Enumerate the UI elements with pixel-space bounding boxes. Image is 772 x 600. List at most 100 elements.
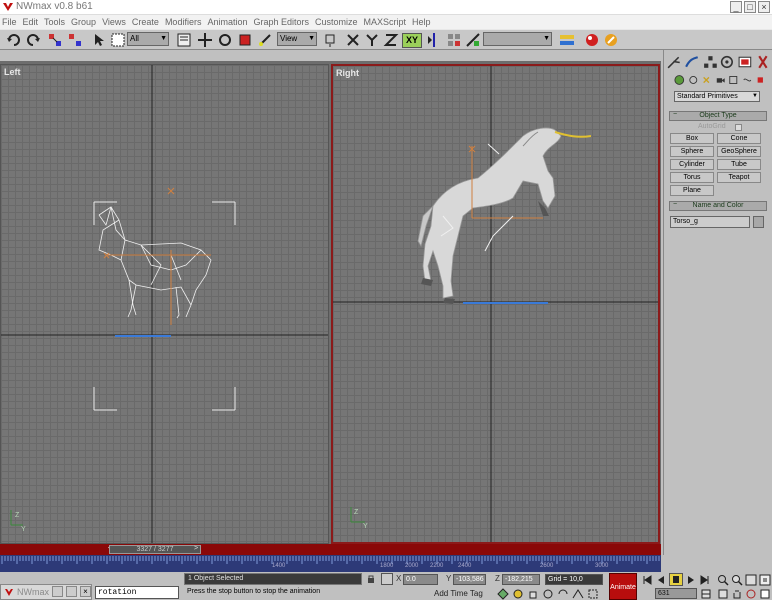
maxscript-listener-input[interactable]: rotation	[95, 586, 179, 599]
scale-icon[interactable]	[237, 32, 253, 48]
taskbar-restore-button[interactable]	[52, 586, 63, 597]
hierarchy-tab-icon[interactable]	[702, 53, 718, 71]
render-icon[interactable]	[603, 32, 619, 48]
x-coordinate[interactable]: 0.0	[403, 574, 438, 585]
primitive-category-dropdown[interactable]: Standard Primitives	[674, 91, 760, 102]
field-of-view-icon[interactable]	[572, 588, 584, 600]
zoom-icon[interactable]	[717, 574, 729, 586]
maximize-button[interactable]: □	[744, 1, 756, 13]
time-next-arrow[interactable]: >	[194, 545, 198, 552]
object-name-field[interactable]: Torso_g	[670, 216, 750, 228]
time-slider[interactable]: < 3327 / 3277 >	[0, 544, 661, 555]
name-and-color-rollout[interactable]: Name and Color	[669, 201, 767, 211]
zoom-extents-icon[interactable]	[497, 588, 509, 600]
sphere-button[interactable]: Sphere	[670, 146, 714, 157]
move-icon[interactable]	[197, 32, 213, 48]
helpers-icon[interactable]	[728, 74, 739, 86]
minimize-button[interactable]: _	[730, 1, 742, 13]
select-by-name-icon[interactable]	[176, 32, 192, 48]
object-type-rollout[interactable]: Object Type	[669, 111, 767, 121]
shapes-icon[interactable]	[688, 74, 699, 86]
menu-tools[interactable]: Tools	[44, 17, 65, 27]
cameras-icon[interactable]	[715, 74, 726, 86]
restrict-y-icon[interactable]	[364, 32, 380, 48]
key-mode-icon[interactable]	[512, 588, 524, 600]
tube-button[interactable]: Tube	[717, 159, 761, 170]
cone-button[interactable]: Cone	[717, 133, 761, 144]
menu-views[interactable]: Views	[102, 17, 126, 27]
absolute-mode-toggle[interactable]	[381, 573, 393, 585]
coord-system-dropdown[interactable]: View	[277, 32, 317, 46]
cylinder-button[interactable]: Cylinder	[670, 159, 714, 170]
add-time-tag-button[interactable]: Add Time Tag	[434, 589, 483, 598]
restrict-xy-button[interactable]: XY	[402, 33, 422, 48]
arc-rotate-icon[interactable]	[557, 588, 569, 600]
utilities-tab-icon[interactable]	[755, 53, 771, 71]
object-color-swatch[interactable]	[753, 216, 764, 228]
zoom-extents-all-icon[interactable]	[745, 574, 757, 586]
create-tab-icon[interactable]	[666, 53, 682, 71]
previous-frame-icon[interactable]	[655, 574, 667, 586]
geometry-icon[interactable]	[674, 74, 685, 86]
modify-tab-icon[interactable]	[684, 53, 700, 71]
menu-group[interactable]: Group	[71, 17, 96, 27]
next-frame-icon[interactable]	[685, 574, 697, 586]
current-frame-field[interactable]: 631	[655, 588, 697, 599]
menu-create[interactable]: Create	[132, 17, 159, 27]
select-and-link-icon[interactable]	[47, 32, 63, 48]
track-view-icon[interactable]	[559, 32, 575, 48]
autogrid-checkbox[interactable]	[735, 124, 742, 131]
torus-button[interactable]: Torus	[670, 172, 714, 183]
restrict-x-icon[interactable]	[345, 32, 361, 48]
track-bar[interactable]: 1400 1800 2000 2200 2400 2600 3000	[0, 555, 661, 572]
array-icon[interactable]	[446, 32, 462, 48]
menu-maxscript[interactable]: MAXScript	[364, 17, 407, 27]
left-viewport[interactable]: Left Z Y	[0, 64, 329, 544]
zoom-extents-selected-icon[interactable]	[759, 574, 771, 586]
pivot-icon[interactable]	[257, 32, 273, 48]
z-coordinate[interactable]: -182,215	[502, 574, 540, 585]
named-selection-dropdown[interactable]	[483, 32, 552, 46]
pan-icon[interactable]	[731, 588, 743, 600]
menu-file[interactable]: File	[2, 17, 17, 27]
taskbar-close-button[interactable]: ×	[80, 586, 91, 597]
go-to-start-icon[interactable]	[641, 574, 653, 586]
unlink-icon[interactable]	[67, 32, 83, 48]
play-stop-button[interactable]	[669, 573, 683, 586]
time-config-icon[interactable]	[700, 588, 712, 600]
pivot-center-icon[interactable]	[322, 32, 338, 48]
right-viewport[interactable]: Right Z Y	[331, 64, 660, 544]
menu-customize[interactable]: Customize	[315, 17, 358, 27]
undo-icon[interactable]	[6, 32, 22, 48]
arc-rotate-view-icon[interactable]	[745, 588, 757, 600]
menu-graph-editors[interactable]: Graph Editors	[253, 17, 309, 27]
display-tab-icon[interactable]	[737, 53, 753, 71]
rotate-icon[interactable]	[217, 32, 233, 48]
zoom-region-icon[interactable]	[717, 588, 729, 600]
animate-button[interactable]: Animate	[609, 573, 637, 600]
time-slider-thumb[interactable]: 3327 / 3277	[109, 545, 201, 554]
box-button[interactable]: Box	[670, 133, 714, 144]
motion-tab-icon[interactable]	[719, 53, 735, 71]
restrict-z-icon[interactable]	[383, 32, 399, 48]
lights-icon[interactable]	[701, 74, 712, 86]
redo-icon[interactable]	[25, 32, 41, 48]
orbit-icon[interactable]	[542, 588, 554, 600]
pan-hand-icon[interactable]	[527, 588, 539, 600]
select-region-icon[interactable]	[110, 32, 126, 48]
mirror-icon[interactable]	[426, 32, 442, 48]
menu-edit[interactable]: Edit	[23, 17, 39, 27]
menu-help[interactable]: Help	[412, 17, 431, 27]
menu-modifiers[interactable]: Modifiers	[165, 17, 202, 27]
geosphere-button[interactable]: GeoSphere	[717, 146, 761, 157]
teapot-button[interactable]: Teapot	[717, 172, 761, 183]
spacewarps-icon[interactable]	[742, 74, 753, 86]
maximize-viewport-icon[interactable]	[759, 588, 771, 600]
align-icon[interactable]	[465, 32, 481, 48]
close-button[interactable]: ×	[758, 1, 770, 13]
taskbar-maximize-button[interactable]	[66, 586, 77, 597]
material-editor-icon[interactable]	[584, 32, 600, 48]
lock-icon[interactable]	[366, 574, 376, 584]
menu-animation[interactable]: Animation	[207, 17, 247, 27]
selection-filter-dropdown[interactable]: All	[127, 32, 169, 46]
